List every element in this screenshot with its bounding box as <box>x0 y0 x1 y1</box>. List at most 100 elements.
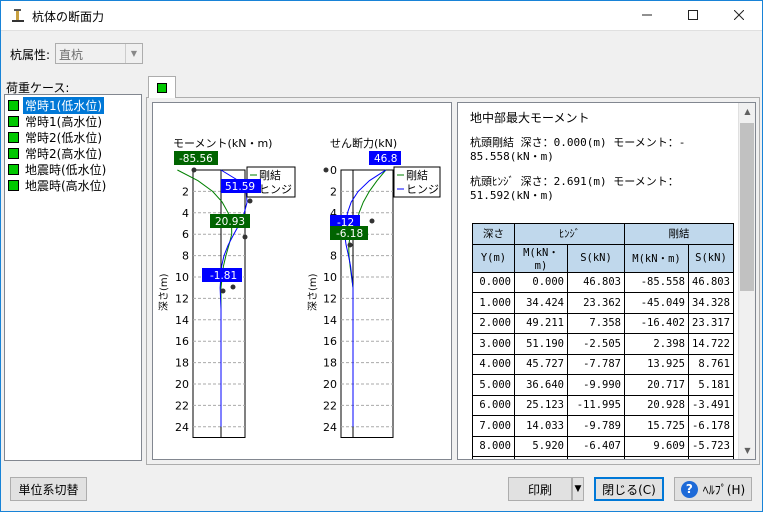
attr-value: 直杭 <box>59 48 84 62</box>
table-cell: -7.787 <box>567 353 625 375</box>
moment-tick-label: 14 <box>175 314 189 327</box>
moment-tick-label: 24 <box>175 421 189 434</box>
moment-value-1: 51.59 <box>225 181 255 193</box>
legend-fixed: 剛結 <box>259 168 281 182</box>
table-cell: 6.000 <box>472 394 515 416</box>
minimize-icon <box>642 14 652 16</box>
scroll-up-icon[interactable]: ▲ <box>739 103 755 120</box>
moment-value-3: -1.81 <box>210 270 237 282</box>
moment-title: モーメント(kN・m) <box>173 137 272 150</box>
load-case-item[interactable]: 地震時(高水位) <box>8 177 108 193</box>
close-label: 閉じる(C) <box>602 482 656 497</box>
moment-tick-label: 10 <box>175 271 189 284</box>
table-cell: -85.558 <box>624 271 689 293</box>
table-cell: 4.000 <box>472 353 515 375</box>
help-label: ﾍﾙﾌﾟ(H) <box>702 482 746 497</box>
shear-series-line <box>344 169 387 427</box>
table-cell: 5.920 <box>514 435 568 457</box>
load-case-item[interactable]: 常時2(高水位) <box>8 145 104 161</box>
table-cell: 14.033 <box>514 415 568 437</box>
shear-top-value: 46.8 <box>374 153 397 165</box>
load-case-item[interactable]: 常時1(低水位) <box>8 96 104 114</box>
table-cell: 34.424 <box>514 292 568 314</box>
close-window-button[interactable] <box>716 0 762 30</box>
table-cell: 20.928 <box>624 394 689 416</box>
table-cell: 34.328 <box>688 292 734 314</box>
info-line: 85.558(kN・m) <box>470 150 554 163</box>
units-switch-label: 単位系切替 <box>18 482 79 497</box>
attr-select[interactable]: 直杭 ▼ <box>55 43 143 64</box>
table-cell: 15.725 <box>624 415 689 437</box>
shear-tick-label: 14 <box>323 314 337 327</box>
vertical-scrollbar[interactable]: ▲ ▼ <box>738 103 755 459</box>
status-square-icon <box>8 163 19 175</box>
app-icon <box>12 9 24 22</box>
table-cell: 0.000 <box>514 271 568 293</box>
close-icon <box>734 10 744 20</box>
table-cell: -45.049 <box>624 292 689 314</box>
table-header: ﾋﾝｼﾞ <box>514 223 625 245</box>
table-cell: 5.000 <box>472 374 515 396</box>
table-cell: 4.662 <box>624 456 689 459</box>
moment-point <box>191 167 197 173</box>
shear-tick-label: 24 <box>323 421 337 434</box>
shear-tick-label: 8 <box>330 250 337 263</box>
table-row: 5.000 36.640 -9.990 20.717 5.181 <box>472 374 734 396</box>
legend-hinge: ヒンジ <box>259 183 292 196</box>
table-cell: -5.723 <box>688 435 734 457</box>
table-cell: 5.181 <box>688 374 734 396</box>
moment-plot-frame <box>192 169 246 438</box>
table-cell: 9.609 <box>624 435 689 457</box>
window-title: 杭体の断面力 <box>32 10 105 24</box>
moment-top-value: -85.56 <box>179 153 213 165</box>
moment-value-2: 20.93 <box>215 216 245 228</box>
table-cell: -16.402 <box>624 312 689 334</box>
print-button[interactable]: 印刷 <box>508 477 572 501</box>
table-row: 7.000 14.033 -9.789 15.725 -6.178 <box>472 415 734 437</box>
table-cell: 1.084 <box>514 456 568 459</box>
table-cell: 3.000 <box>472 333 515 355</box>
close-button[interactable]: 閉じる(C) <box>594 477 664 501</box>
status-square-icon <box>8 115 19 127</box>
moment-tick-label: 2 <box>182 185 189 198</box>
chart-point <box>247 198 253 204</box>
chart-point <box>230 284 236 290</box>
units-switch-button[interactable]: 単位系切替 <box>10 477 87 501</box>
table-cell: 13.925 <box>624 353 689 375</box>
print-label: 印刷 <box>527 482 552 497</box>
chart-point <box>369 218 375 224</box>
moment-tick-label: 12 <box>175 292 189 305</box>
load-case-item[interactable]: 常時2(低水位) <box>8 129 104 145</box>
tab-result[interactable] <box>148 76 176 98</box>
table-cell: 23.362 <box>567 292 625 314</box>
chart-point <box>220 288 226 294</box>
load-case-list[interactable]: 常時1(低水位) 常時1(高水位) 常時2(低水位) 常時2(高水位) 地震時(… <box>4 94 142 461</box>
minimize-button[interactable] <box>624 0 670 30</box>
table-cell: -6.178 <box>688 415 734 437</box>
maximize-button[interactable] <box>670 0 716 30</box>
chevron-down-icon: ▼ <box>574 484 582 494</box>
table-row: 9.0001.084-3.3954.662-4.089 <box>472 456 734 459</box>
shear-tick-label: 12 <box>323 292 337 305</box>
chart-svg: 2468101214161820222402468101214161820222… <box>158 136 441 438</box>
table-cell: -4.089 <box>688 456 734 459</box>
shear-value-2: -6.18 <box>336 228 363 240</box>
chart-point <box>347 242 353 248</box>
load-case-item[interactable]: 常時1(高水位) <box>8 113 104 129</box>
load-case-item[interactable]: 地震時(低水位) <box>8 161 108 177</box>
moment-tick-label: 8 <box>182 250 189 263</box>
chart-point <box>242 234 248 240</box>
table-cell: 7.358 <box>567 312 625 334</box>
help-button[interactable]: ? ﾍﾙﾌﾟ(H) <box>674 477 752 501</box>
table-cell: 46.803 <box>567 271 625 293</box>
status-square-icon <box>8 131 19 143</box>
print-dropdown-button[interactable]: ▼ <box>572 477 584 501</box>
scroll-down-icon[interactable]: ▼ <box>739 442 755 459</box>
table-cell: 45.727 <box>514 353 568 375</box>
table-cell: 20.717 <box>624 374 689 396</box>
table-cell: 25.123 <box>514 394 568 416</box>
scroll-thumb[interactable] <box>740 123 754 291</box>
shear-tick-label: 18 <box>323 357 337 370</box>
info-heading: 地中部最大モーメント <box>470 111 590 125</box>
moment-tick-label: 22 <box>175 399 189 412</box>
